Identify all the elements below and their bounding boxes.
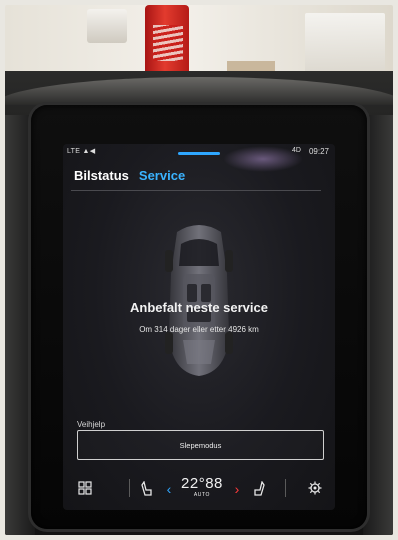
tab-divider	[71, 190, 321, 191]
background-bottle-label	[153, 25, 183, 61]
left-seat-button[interactable]	[139, 480, 155, 498]
network-indicator: LTE ▲◀	[67, 148, 96, 155]
temp-increase-button[interactable]: ›	[231, 480, 243, 498]
temperature-value: 22	[181, 475, 199, 492]
dashboard-right-panel	[363, 115, 393, 535]
temperature-display[interactable]: 22°88 AUTO	[181, 475, 223, 499]
fan-level: 88	[205, 475, 223, 492]
temp-decrease-button[interactable]: ‹	[163, 480, 175, 498]
grid-icon	[78, 481, 92, 495]
tab-service[interactable]: Service	[139, 168, 185, 183]
pull-down-handle[interactable]	[178, 152, 220, 155]
tab-bar: Bilstatus Service	[74, 168, 185, 183]
seat-heat-icon	[141, 481, 152, 496]
settings-button[interactable]	[307, 480, 323, 496]
status-indicator: 4D	[292, 147, 301, 154]
seat-heat-icon	[254, 481, 265, 496]
clock: 09:27	[308, 147, 329, 156]
tow-mode-button[interactable]: Slepemodus	[77, 430, 324, 460]
apps-button[interactable]	[77, 480, 93, 496]
bar-separator	[129, 479, 130, 497]
gear-icon	[308, 481, 322, 495]
tow-mode-label: Slepemodus	[179, 440, 222, 450]
climate-bar: ‹ 22°88 AUTO ›	[63, 470, 335, 510]
climate-mode: AUTO	[193, 492, 211, 498]
roadside-section-label: Veihjelp	[77, 420, 106, 429]
bar-separator	[285, 479, 286, 497]
chevron-left-icon: ‹	[166, 481, 172, 497]
infotainment-screen: LTE ▲◀ 4D 09:27 Bilstatus Service Anbefa…	[63, 144, 335, 510]
tab-bilstatus[interactable]: Bilstatus	[74, 168, 129, 183]
right-seat-button[interactable]	[251, 480, 267, 498]
service-title: Anbefalt neste service	[129, 300, 268, 315]
background-cup	[87, 9, 127, 43]
car-top-view-icon	[165, 225, 233, 376]
background-window	[305, 13, 385, 73]
car-illustration	[149, 214, 249, 384]
chevron-right-icon: ›	[234, 481, 240, 497]
photo: LTE ▲◀ 4D 09:27 Bilstatus Service Anbefa…	[5, 5, 393, 535]
status-bar: LTE ▲◀ 4D 09:27	[63, 144, 335, 158]
service-subtitle: Om 314 dager eller etter 4926 km	[139, 325, 259, 334]
